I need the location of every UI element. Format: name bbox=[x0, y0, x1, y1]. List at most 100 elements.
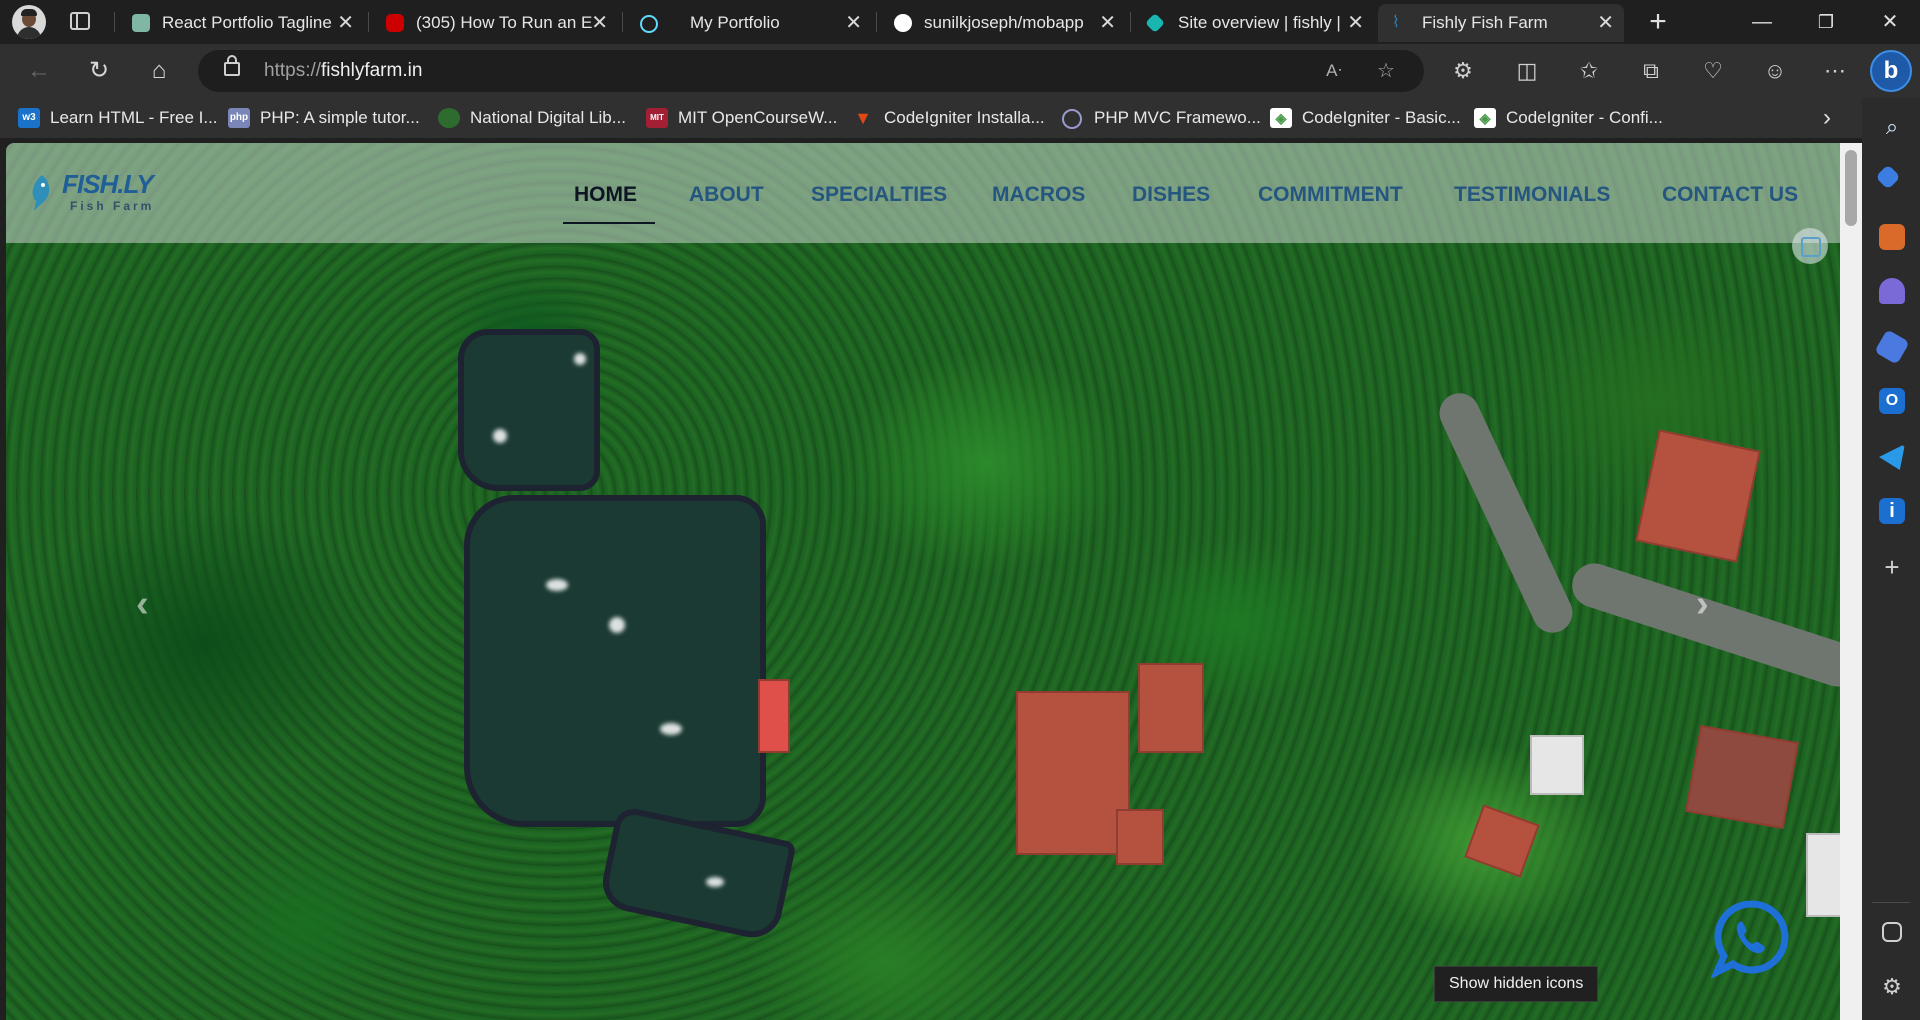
split-screen-icon[interactable]: ◫ bbox=[1510, 54, 1544, 88]
tooltip: Show hidden icons bbox=[1434, 966, 1599, 1002]
favorite-link[interactable]: ◈ CodeIgniter - Confi... bbox=[1474, 98, 1663, 138]
favorites-icon[interactable]: ✩ bbox=[1572, 54, 1606, 88]
outlook-icon[interactable]: O bbox=[1879, 388, 1905, 414]
whatsapp-icon[interactable] bbox=[1711, 898, 1791, 978]
active-nav-underline bbox=[563, 222, 655, 224]
nav-commitment[interactable]: COMMITMENT bbox=[1258, 183, 1403, 207]
close-tab-icon[interactable]: ✕ bbox=[845, 4, 862, 42]
nav-specialties[interactable]: SPECIALTIES bbox=[811, 183, 947, 207]
search-icon[interactable]: ⌕ bbox=[1879, 114, 1905, 140]
nav-contact-us[interactable]: CONTACT US bbox=[1662, 183, 1798, 207]
tools-briefcase-icon[interactable] bbox=[1879, 224, 1905, 250]
close-window-button[interactable]: ✕ bbox=[1860, 0, 1920, 44]
chevron-right-icon[interactable]: › bbox=[1812, 98, 1842, 138]
refresh-button[interactable]: ↻ bbox=[82, 54, 116, 88]
info-icon[interactable]: i bbox=[1879, 498, 1905, 524]
visual-search-icon[interactable] bbox=[1792, 228, 1828, 264]
page-scrollbar[interactable] bbox=[1840, 143, 1862, 1020]
tab-fishly-active[interactable]: ⌇ Fishly Fish Farm ✕ bbox=[1378, 4, 1624, 42]
restore-button[interactable]: ❐ bbox=[1796, 0, 1856, 44]
tutorialspoint-icon: ◈ bbox=[1474, 108, 1496, 128]
close-tab-icon[interactable]: ✕ bbox=[591, 4, 608, 42]
tab-title: React Portfolio Tagline bbox=[162, 13, 332, 32]
tab-separator bbox=[622, 12, 623, 32]
new-tab-button[interactable]: + bbox=[1640, 4, 1676, 40]
tab-my-portfolio[interactable]: My Portfolio ✕ bbox=[626, 4, 872, 42]
close-tab-icon[interactable]: ✕ bbox=[337, 4, 354, 42]
close-tab-icon[interactable]: ✕ bbox=[1099, 4, 1116, 42]
url-text[interactable]: https://fishlyfarm.in bbox=[264, 50, 422, 92]
fishly-icon: ⌇ bbox=[1392, 14, 1400, 31]
tab-separator bbox=[368, 12, 369, 32]
copilot-icon[interactable]: b bbox=[1870, 50, 1912, 92]
shopping-tag-icon[interactable] bbox=[1875, 164, 1901, 190]
aerator bbox=[493, 429, 507, 443]
collections-icon[interactable]: ⧉ bbox=[1634, 54, 1668, 88]
send-icon[interactable] bbox=[1879, 444, 1905, 470]
address-bar[interactable]: https://fishlyfarm.in Aᐧ ☆ bbox=[198, 50, 1424, 92]
house-roof bbox=[1116, 809, 1164, 865]
codeigniter-icon: ▼ bbox=[854, 108, 872, 128]
sidebar-divider bbox=[1872, 902, 1910, 903]
edge-sidebar: ⌕ O i + ⚙ bbox=[1862, 98, 1920, 1020]
settings-gear-icon[interactable]: ⚙ bbox=[1879, 974, 1905, 1000]
brand-name: FISH.LY bbox=[62, 169, 154, 199]
more-menu-icon[interactable]: ⋯ bbox=[1818, 54, 1852, 88]
tab-youtube[interactable]: (305) How To Run an E ✕ bbox=[372, 4, 618, 42]
tab-actions-icon[interactable] bbox=[70, 12, 90, 30]
favorites-bar: w3 Learn HTML - Free I... php PHP: A sim… bbox=[0, 98, 1862, 138]
back-button[interactable]: ← bbox=[22, 54, 56, 88]
favorite-link[interactable]: w3 Learn HTML - Free I... bbox=[18, 98, 218, 138]
tab-title: Site overview | fishly | bbox=[1178, 13, 1341, 32]
aerator bbox=[546, 579, 568, 591]
tab-separator bbox=[114, 12, 115, 32]
fish-logo-icon bbox=[32, 175, 50, 211]
games-icon[interactable] bbox=[1879, 278, 1905, 304]
w3-icon: w3 bbox=[18, 108, 40, 128]
lock-icon[interactable] bbox=[224, 55, 240, 76]
nav-testimonials[interactable]: TESTIMONIALS bbox=[1454, 183, 1610, 207]
chatgpt-icon bbox=[132, 14, 150, 32]
mvc-icon bbox=[1062, 109, 1082, 129]
profile-avatar[interactable] bbox=[12, 5, 46, 39]
close-tab-icon[interactable]: ✕ bbox=[1347, 4, 1364, 42]
nav-macros[interactable]: MACROS bbox=[992, 183, 1085, 207]
aerator bbox=[660, 723, 682, 735]
hide-sidebar-icon[interactable] bbox=[1882, 922, 1902, 942]
nav-about[interactable]: ABOUT bbox=[689, 183, 764, 207]
tab-github[interactable]: sunilkjoseph/mobapp ✕ bbox=[880, 4, 1126, 42]
favorite-link[interactable]: ▼ CodeIgniter Installa... bbox=[852, 98, 1045, 138]
tutorialspoint-icon: ◈ bbox=[1270, 108, 1292, 128]
favorite-link[interactable]: ◈ CodeIgniter - Basic... bbox=[1270, 98, 1461, 138]
close-tab-icon[interactable]: ✕ bbox=[1597, 4, 1614, 42]
address-toolbar: ← ↻ ⌂ https://fishlyfarm.in Aᐧ ☆ ⚙ ◫ ✩ ⧉… bbox=[0, 44, 1920, 98]
carousel-prev-icon[interactable]: ‹ bbox=[136, 583, 149, 626]
github-icon bbox=[894, 14, 912, 32]
site-logo[interactable]: FISH.LY Fish Farm bbox=[28, 167, 168, 227]
minimize-button[interactable]: — bbox=[1732, 0, 1792, 44]
scrollbar-thumb[interactable] bbox=[1845, 150, 1857, 226]
favorite-star-icon[interactable]: ☆ bbox=[1374, 59, 1398, 83]
favorite-link[interactable]: PHP MVC Framewo... bbox=[1062, 98, 1261, 138]
microsoft-365-icon[interactable] bbox=[1874, 329, 1910, 365]
tab-title: My Portfolio bbox=[690, 13, 780, 32]
tab-react-portfolio[interactable]: React Portfolio Tagline ✕ bbox=[118, 4, 364, 42]
nav-dishes[interactable]: DISHES bbox=[1132, 183, 1210, 207]
home-button[interactable]: ⌂ bbox=[142, 54, 176, 88]
add-icon[interactable]: + bbox=[1879, 554, 1905, 580]
brand-tagline: Fish Farm bbox=[70, 199, 155, 213]
fish-pond-large bbox=[464, 495, 766, 827]
favorite-link[interactable]: php PHP: A simple tutor... bbox=[228, 98, 420, 138]
mit-icon: MIT bbox=[646, 108, 668, 128]
nav-home[interactable]: HOME bbox=[574, 183, 637, 207]
browser-essentials-icon[interactable]: ♡ bbox=[1696, 54, 1730, 88]
tab-separator bbox=[876, 12, 877, 32]
feedback-icon[interactable]: ☺ bbox=[1758, 54, 1792, 88]
favorite-link[interactable]: MIT MIT OpenCourseW... bbox=[646, 98, 837, 138]
favorite-link[interactable]: National Digital Lib... bbox=[438, 98, 626, 138]
react-icon bbox=[640, 15, 658, 33]
carousel-next-icon[interactable]: › bbox=[1696, 583, 1709, 626]
read-aloud-icon[interactable]: Aᐧ bbox=[1322, 59, 1346, 83]
extensions-icon[interactable]: ⚙ bbox=[1446, 54, 1480, 88]
tab-netlify[interactable]: Site overview | fishly | ✕ bbox=[1134, 4, 1374, 42]
